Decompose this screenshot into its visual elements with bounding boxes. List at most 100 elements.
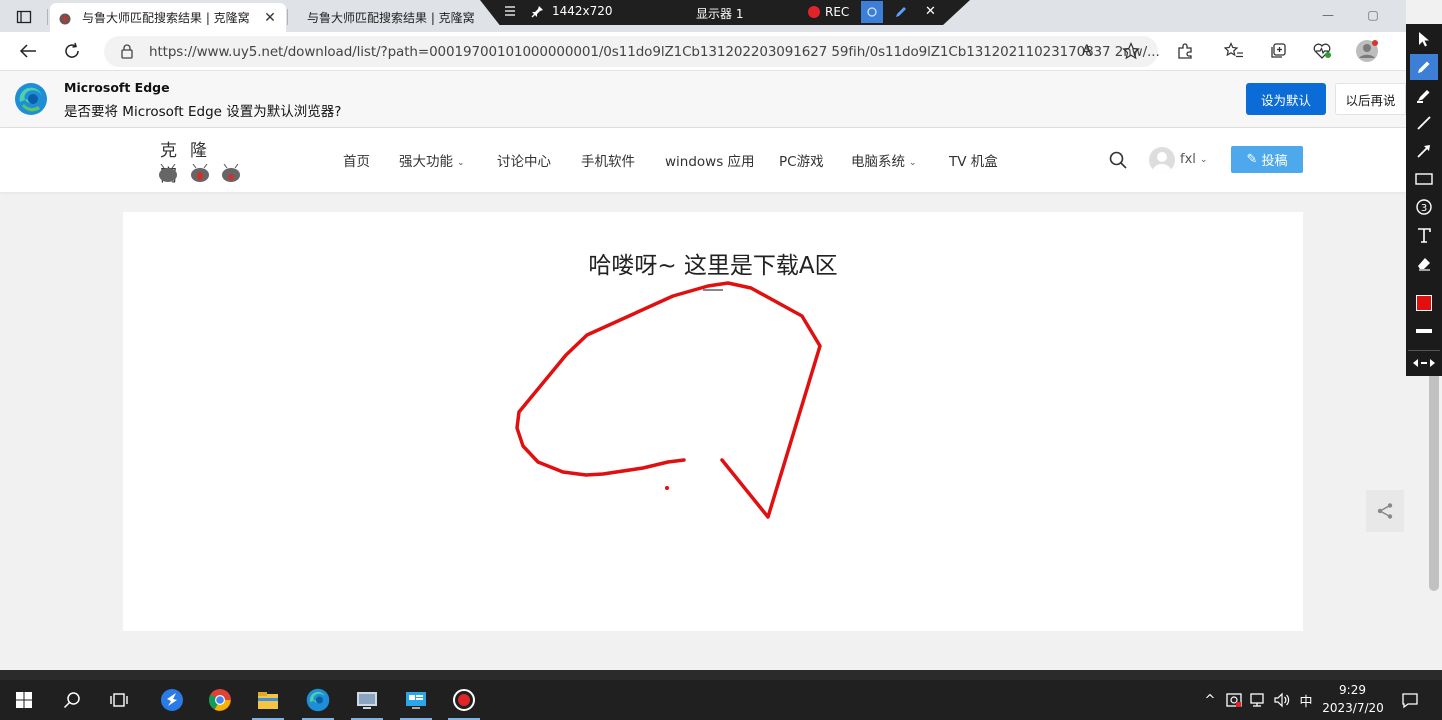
line-icon bbox=[1417, 116, 1431, 130]
nav-home[interactable]: 首页 bbox=[343, 150, 370, 170]
chrome-app[interactable] bbox=[196, 680, 244, 720]
taskbar-search-button[interactable] bbox=[48, 680, 96, 720]
ant-mascot-icon bbox=[191, 164, 209, 182]
color-picker-button[interactable] bbox=[1410, 290, 1438, 316]
arrow-tool-button[interactable] bbox=[1410, 138, 1438, 164]
eraser-tool-button[interactable] bbox=[1410, 250, 1438, 276]
back-button[interactable] bbox=[14, 38, 42, 64]
nav-label: 电脑系统 bbox=[851, 154, 905, 170]
volume-tray-icon[interactable] bbox=[1272, 680, 1292, 720]
recorder-toolbar: 1442x720 显示器 1 REC ✕ bbox=[480, 0, 970, 25]
share-button[interactable] bbox=[1366, 490, 1404, 532]
toolbar-orientation-button[interactable] bbox=[1410, 350, 1438, 376]
extensions-button[interactable] bbox=[1173, 39, 1197, 63]
screenshot-tool-icon bbox=[357, 692, 377, 709]
double-arrow-icon bbox=[1413, 359, 1435, 367]
tab-1[interactable]: 与鲁大师匹配搜索结果 | 克隆窝 ✕ bbox=[50, 3, 286, 32]
tab-actions-icon bbox=[16, 10, 32, 24]
favorites-list-icon bbox=[1224, 42, 1243, 58]
chevron-up-icon: ^ bbox=[1204, 692, 1216, 708]
pin-icon[interactable] bbox=[530, 5, 544, 22]
nav-pc-systems[interactable]: 电脑系统 ⌄ bbox=[851, 150, 917, 170]
chevron-down-icon: ⌄ bbox=[909, 158, 917, 168]
nav-discussion[interactable]: 讨论中心 bbox=[497, 150, 551, 170]
default-browser-infobar: Microsoft Edge 是否要将 Microsoft Edge 设置为默认… bbox=[0, 71, 1406, 128]
nav-tv-box[interactable]: TV 机盒 bbox=[949, 150, 998, 170]
url-text[interactable]: https://www.uy5.net/download/list/?path=… bbox=[149, 44, 1160, 60]
user-menu[interactable]: fxl ⌄ bbox=[1180, 152, 1207, 167]
pen-tool-button[interactable] bbox=[1410, 54, 1438, 80]
feishu-icon bbox=[161, 689, 183, 711]
heart-pulse-icon bbox=[1313, 43, 1331, 59]
security-tray-icon[interactable] bbox=[1224, 680, 1244, 720]
stroke-width-button[interactable] bbox=[1410, 318, 1438, 344]
highlighter-tool-button[interactable] bbox=[1410, 82, 1438, 108]
site-header: 克隆窝 首页 强大功能 ⌄ 讨论中心 手机软件 windows 应用 PC游戏 电… bbox=[0, 128, 1406, 192]
chevron-down-icon: ⌄ bbox=[1199, 155, 1208, 165]
nav-mobile-software[interactable]: 手机软件 bbox=[581, 150, 635, 170]
tab-2[interactable]: 与鲁大师匹配搜索结果 | 克隆窝 bbox=[289, 3, 479, 32]
nav-windows-apps[interactable]: windows 应用 bbox=[665, 150, 755, 170]
post-button[interactable]: ✎ 投稿 bbox=[1231, 146, 1303, 173]
edge-icon bbox=[306, 688, 330, 712]
refresh-button[interactable] bbox=[58, 38, 86, 64]
speaker-icon bbox=[1274, 692, 1290, 708]
text-tool-button[interactable] bbox=[1410, 222, 1438, 248]
edge-app[interactable] bbox=[294, 680, 342, 720]
show-hidden-icons[interactable]: ^ bbox=[1200, 680, 1220, 720]
numbered-marker-icon: 3 bbox=[1416, 199, 1432, 215]
site-logo[interactable]: 克隆窝 bbox=[158, 134, 244, 186]
browser-essentials-button[interactable] bbox=[1310, 39, 1334, 63]
task-view-button[interactable] bbox=[96, 680, 144, 720]
nav-pc-games[interactable]: PC游戏 bbox=[779, 150, 824, 170]
nav-label: PC游戏 bbox=[779, 154, 824, 170]
task-view-icon bbox=[110, 693, 128, 707]
recorder-close-icon[interactable]: ✕ bbox=[925, 4, 936, 19]
favorites-button[interactable] bbox=[1222, 39, 1246, 63]
read-aloud-icon[interactable]: A bbox=[1082, 43, 1092, 59]
step-number-tool-button[interactable]: 3 bbox=[1410, 194, 1438, 220]
search-icon[interactable] bbox=[1108, 150, 1128, 170]
rectangle-tool-button[interactable] bbox=[1410, 166, 1438, 192]
later-button[interactable]: 以后再说 bbox=[1335, 83, 1406, 115]
notification-center-button[interactable] bbox=[1398, 680, 1422, 720]
network-tray-icon[interactable] bbox=[1248, 680, 1268, 720]
ime-indicator[interactable]: 中 bbox=[1296, 680, 1316, 720]
pen-tool-icon[interactable] bbox=[893, 4, 909, 23]
address-bar[interactable]: https://www.uy5.net/download/list/?path=… bbox=[104, 36, 1160, 67]
screenshot-tool-app[interactable] bbox=[343, 680, 391, 720]
profile-button[interactable] bbox=[1355, 39, 1379, 63]
rec-label[interactable]: REC bbox=[825, 5, 849, 19]
tab-actions-button[interactable] bbox=[10, 6, 38, 28]
highlighter-icon bbox=[1417, 90, 1430, 103]
tab-close-icon[interactable]: ✕ bbox=[262, 10, 278, 26]
record-dot-icon bbox=[808, 6, 820, 18]
nav-features[interactable]: 强大功能 ⌄ bbox=[399, 150, 465, 170]
edit-icon: ✎ bbox=[1246, 152, 1258, 167]
display-selector[interactable]: 显示器 1 bbox=[696, 5, 743, 22]
collections-button[interactable] bbox=[1266, 39, 1290, 63]
scrollbar-thumb[interactable] bbox=[1429, 371, 1439, 591]
camera-icon bbox=[867, 7, 877, 17]
remote-desktop-app[interactable] bbox=[392, 680, 440, 720]
recorder-app[interactable] bbox=[440, 680, 488, 720]
clock-date: 2023/7/20 bbox=[1322, 701, 1384, 715]
rectangle-icon bbox=[1415, 173, 1433, 185]
file-explorer-app[interactable] bbox=[244, 680, 292, 720]
select-tool-button[interactable] bbox=[1410, 26, 1438, 52]
lock-icon[interactable] bbox=[120, 44, 134, 59]
feishu-app[interactable] bbox=[148, 680, 196, 720]
ant-mascot-icon bbox=[222, 164, 240, 182]
maximize-button[interactable]: ▢ bbox=[1358, 4, 1388, 26]
camera-button[interactable] bbox=[861, 1, 883, 23]
user-avatar[interactable] bbox=[1149, 147, 1175, 173]
browser-toolbar: https://www.uy5.net/download/list/?path=… bbox=[0, 32, 1406, 71]
set-default-button[interactable]: 设为默认 bbox=[1246, 83, 1326, 115]
menu-icon[interactable] bbox=[504, 4, 516, 21]
pen-icon bbox=[1418, 61, 1430, 73]
puzzle-icon bbox=[1178, 43, 1192, 59]
favorite-star-icon[interactable] bbox=[1122, 42, 1140, 60]
start-button[interactable] bbox=[0, 680, 48, 720]
minimize-button[interactable]: — bbox=[1313, 4, 1343, 26]
line-tool-button[interactable] bbox=[1410, 110, 1438, 136]
